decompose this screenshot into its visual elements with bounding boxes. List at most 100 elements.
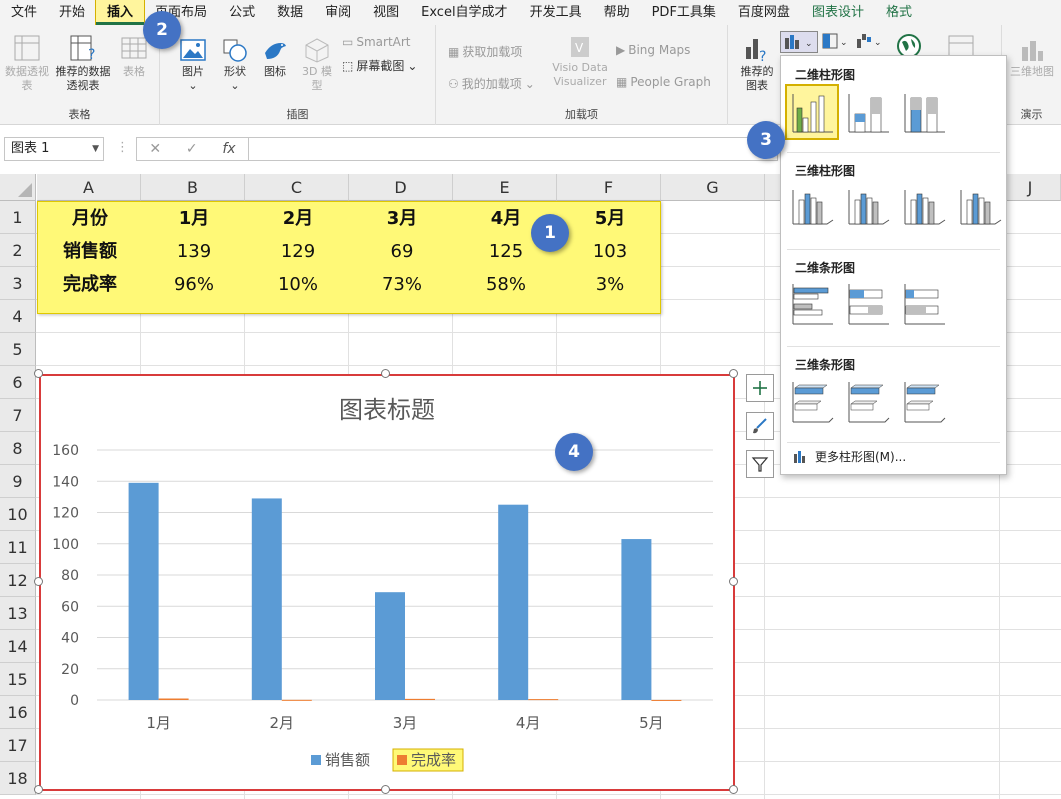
my-addins-button[interactable]: ⚇ 我的加载项 ⌄ <box>448 75 535 92</box>
recommended-charts-button[interactable]: ? 推荐的图表 <box>736 33 778 93</box>
column-chart-button[interactable]: ⌄ <box>780 31 818 53</box>
menu-tab-13[interactable]: 图表设计 <box>801 0 875 25</box>
chart-bar-sales[interactable] <box>375 592 405 700</box>
visio-button[interactable]: V Visio Data Visualizer <box>546 35 614 89</box>
chart-bar-sales[interactable] <box>621 539 652 700</box>
formula-input[interactable] <box>248 137 778 161</box>
smartart-button[interactable]: ▭ SmartArt <box>342 35 411 49</box>
chart-bar-sales[interactable] <box>251 498 282 700</box>
chart-styles-button[interactable] <box>746 412 774 440</box>
column-header[interactable]: A <box>37 174 141 201</box>
100-stacked-column-option[interactable] <box>899 86 949 138</box>
2dbar-option-1[interactable] <box>843 278 893 330</box>
table-cell[interactable]: 73% <box>350 268 454 301</box>
row-header[interactable]: 10 <box>0 498 36 531</box>
resize-handle[interactable] <box>381 369 390 378</box>
resize-handle[interactable] <box>34 577 43 586</box>
cancel-icon[interactable]: ✕ <box>149 141 161 157</box>
table-cell[interactable]: 129 <box>246 235 350 268</box>
resize-handle[interactable] <box>729 577 738 586</box>
3dcol-option-0[interactable] <box>787 180 837 232</box>
column-header[interactable]: G <box>661 174 765 201</box>
table-cell[interactable]: 月份 <box>38 202 142 235</box>
3dcol-option-3[interactable] <box>955 180 1005 232</box>
resize-handle[interactable] <box>729 785 738 794</box>
menu-tab-11[interactable]: PDF工具集 <box>641 0 727 25</box>
more-column-charts-link[interactable]: 更多柱形图(M)... <box>793 448 906 465</box>
fx-icon[interactable]: fx <box>222 141 235 157</box>
get-addins-button[interactable]: ▦ 获取加载项 <box>448 43 522 60</box>
screenshot-button[interactable]: ⬚ 屏幕截图 ⌄ <box>342 57 417 74</box>
drag-handle-icon[interactable]: ⋮ <box>116 140 129 155</box>
chart-filters-button[interactable] <box>746 450 774 478</box>
2dbar-option-0[interactable] <box>787 278 837 330</box>
chart-bar-sales[interactable] <box>498 504 529 700</box>
legend-label[interactable]: 销售额 <box>325 751 370 769</box>
3dbar-option-1[interactable] <box>843 376 893 428</box>
table-cell[interactable]: 103 <box>558 235 662 268</box>
row-header[interactable]: 4 <box>0 300 36 333</box>
table-cell[interactable]: 2月 <box>246 202 350 235</box>
3dbar-option-2[interactable] <box>899 376 949 428</box>
3dbar-option-0[interactable] <box>787 376 837 428</box>
chart-bar-sales[interactable] <box>128 482 159 700</box>
row-header[interactable]: 11 <box>0 531 36 564</box>
resize-handle[interactable] <box>34 369 43 378</box>
menu-tab-4[interactable]: 公式 <box>218 0 266 25</box>
hierarchy-chart-button[interactable]: ⌄ <box>820 31 850 53</box>
chart-bar-rate[interactable] <box>281 699 312 701</box>
select-all-corner[interactable] <box>0 174 36 201</box>
clustered-column-option[interactable] <box>785 84 839 140</box>
row-header[interactable]: 1 <box>0 201 36 234</box>
menu-tab-6[interactable]: 审阅 <box>314 0 362 25</box>
menu-tab-0[interactable]: 文件 <box>0 0 48 25</box>
row-header[interactable]: 17 <box>0 729 36 762</box>
3dcol-option-1[interactable] <box>843 180 893 232</box>
row-header[interactable]: 5 <box>0 333 36 366</box>
column-header[interactable]: B <box>141 174 245 201</box>
row-header[interactable]: 14 <box>0 630 36 663</box>
chart-elements-button[interactable] <box>746 374 774 402</box>
menu-tab-8[interactable]: Excel自学成才 <box>410 0 518 25</box>
bing-maps-button[interactable]: ▶ Bing Maps <box>616 43 690 57</box>
recommended-pivot-button[interactable]: ? 推荐的数据透视表 <box>54 33 112 93</box>
2dbar-option-2[interactable] <box>899 278 949 330</box>
row-header[interactable]: 13 <box>0 597 36 630</box>
row-header[interactable]: 9 <box>0 465 36 498</box>
column-header[interactable]: C <box>245 174 349 201</box>
menu-tab-1[interactable]: 开始 <box>48 0 96 25</box>
name-box[interactable]: 图表 1 ▼ <box>4 137 104 161</box>
people-graph-button[interactable]: ▦ People Graph <box>616 75 711 89</box>
table-cell[interactable]: 3月 <box>350 202 454 235</box>
menu-tab-2[interactable]: 插入 <box>95 0 146 26</box>
menu-tab-5[interactable]: 数据 <box>266 0 314 25</box>
menu-tab-10[interactable]: 帮助 <box>593 0 641 25</box>
pivot-table-button[interactable]: 数据透视表 <box>4 33 50 93</box>
legend-label[interactable]: 完成率 <box>411 751 456 769</box>
row-header[interactable]: 2 <box>0 234 36 267</box>
column-header[interactable]: J <box>1000 174 1061 201</box>
row-header[interactable]: 6 <box>0 366 36 399</box>
check-icon[interactable]: ✓ <box>186 141 198 157</box>
table-cell[interactable]: 1月 <box>142 202 246 235</box>
icons-button[interactable]: 图标 <box>258 37 292 79</box>
3d-map-button[interactable]: 三维地图 <box>1010 37 1054 79</box>
menu-tab-7[interactable]: 视图 <box>362 0 410 25</box>
chart-bar-rate[interactable] <box>405 698 435 700</box>
resize-handle[interactable] <box>729 369 738 378</box>
chart-bar-rate[interactable] <box>651 699 682 701</box>
3dcol-option-2[interactable] <box>899 180 949 232</box>
chart-area[interactable]: 图表标题 0 20 40 60 80 100 120 140 160 1月 2月 3月 4月 5月 销售额完… <box>39 374 735 791</box>
row-header[interactable]: 15 <box>0 663 36 696</box>
row-header[interactable]: 7 <box>0 399 36 432</box>
table-cell[interactable]: 69 <box>350 235 454 268</box>
stacked-column-option[interactable] <box>843 86 893 138</box>
shapes-button[interactable]: 形状 ⌄ <box>216 37 254 93</box>
column-header[interactable]: D <box>349 174 453 201</box>
table-cell[interactable]: 3% <box>558 268 662 301</box>
menu-tab-9[interactable]: 开发工具 <box>519 0 593 25</box>
menu-tab-12[interactable]: 百度网盘 <box>727 0 801 25</box>
row-header[interactable]: 3 <box>0 267 36 300</box>
menu-tab-14[interactable]: 格式 <box>875 0 923 25</box>
row-header[interactable]: 8 <box>0 432 36 465</box>
